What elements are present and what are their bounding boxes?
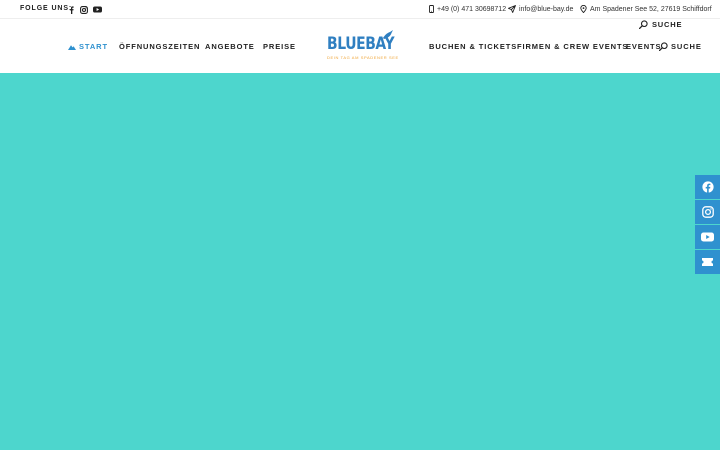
follow-us-label: FOLGE UNS: [20,5,73,12]
youtube-icon[interactable] [93,5,102,14]
top-search-button[interactable]: SUCHE [639,20,682,29]
nav-buchen-tickets[interactable]: BUCHEN & TICKETS [429,42,517,51]
floating-social-bar [695,175,720,274]
address-text[interactable]: Am Spadener See 52, 27619 Schiffdorf [590,6,712,13]
nav-angebote[interactable]: ANGEBOTE [205,42,255,51]
side-ticket-button[interactable] [695,250,720,274]
bluebay-logo[interactable]: BLUEBAY DEIN TAG AM SPADENER SEE [325,30,398,64]
nav-start[interactable]: START [68,42,108,51]
send-icon [508,5,516,13]
email-contact[interactable]: info@blue-bay.de [508,5,573,13]
nav-search-button[interactable]: SUCHE [659,42,702,51]
phone-contact[interactable]: +49 (0) 471 30698712 [429,5,506,13]
search-icon [659,42,668,51]
hero-banner [0,73,720,450]
facebook-icon[interactable] [67,5,76,14]
nav-firmen-crew-events[interactable]: FIRMEN & CREW EVENTS [517,42,628,51]
ticket-icon [702,258,713,266]
mountain-icon [68,44,76,50]
location-pin-icon [580,5,587,13]
side-facebook-button[interactable] [695,175,720,199]
facebook-icon [701,181,714,193]
phone-icon [429,5,434,13]
top-bar: FOLGE UNS: +49 (0) 471 30698712 info@blu… [0,0,720,19]
logo-tagline: DEIN TAG AM SPADENER SEE [327,55,399,60]
bird-icon [383,30,393,39]
nav-preise[interactable]: PREISE [263,42,296,51]
search-icon [639,20,648,29]
instagram-icon [701,206,714,218]
instagram-icon[interactable] [79,5,88,14]
email-address[interactable]: info@blue-bay.de [519,6,573,13]
side-youtube-button[interactable] [695,225,720,249]
phone-number[interactable]: +49 (0) 471 30698712 [437,6,506,13]
youtube-icon [701,232,714,242]
nav-events[interactable]: EVENTS [626,42,661,51]
main-header: START ÖFFNUNGSZEITEN ANGEBOTE PREISE BLU… [0,19,720,73]
address-contact[interactable]: Am Spadener See 52, 27619 Schiffdorf [580,5,712,13]
nav-oeffnungszeiten[interactable]: ÖFFNUNGSZEITEN [119,42,200,51]
side-instagram-button[interactable] [695,200,720,224]
